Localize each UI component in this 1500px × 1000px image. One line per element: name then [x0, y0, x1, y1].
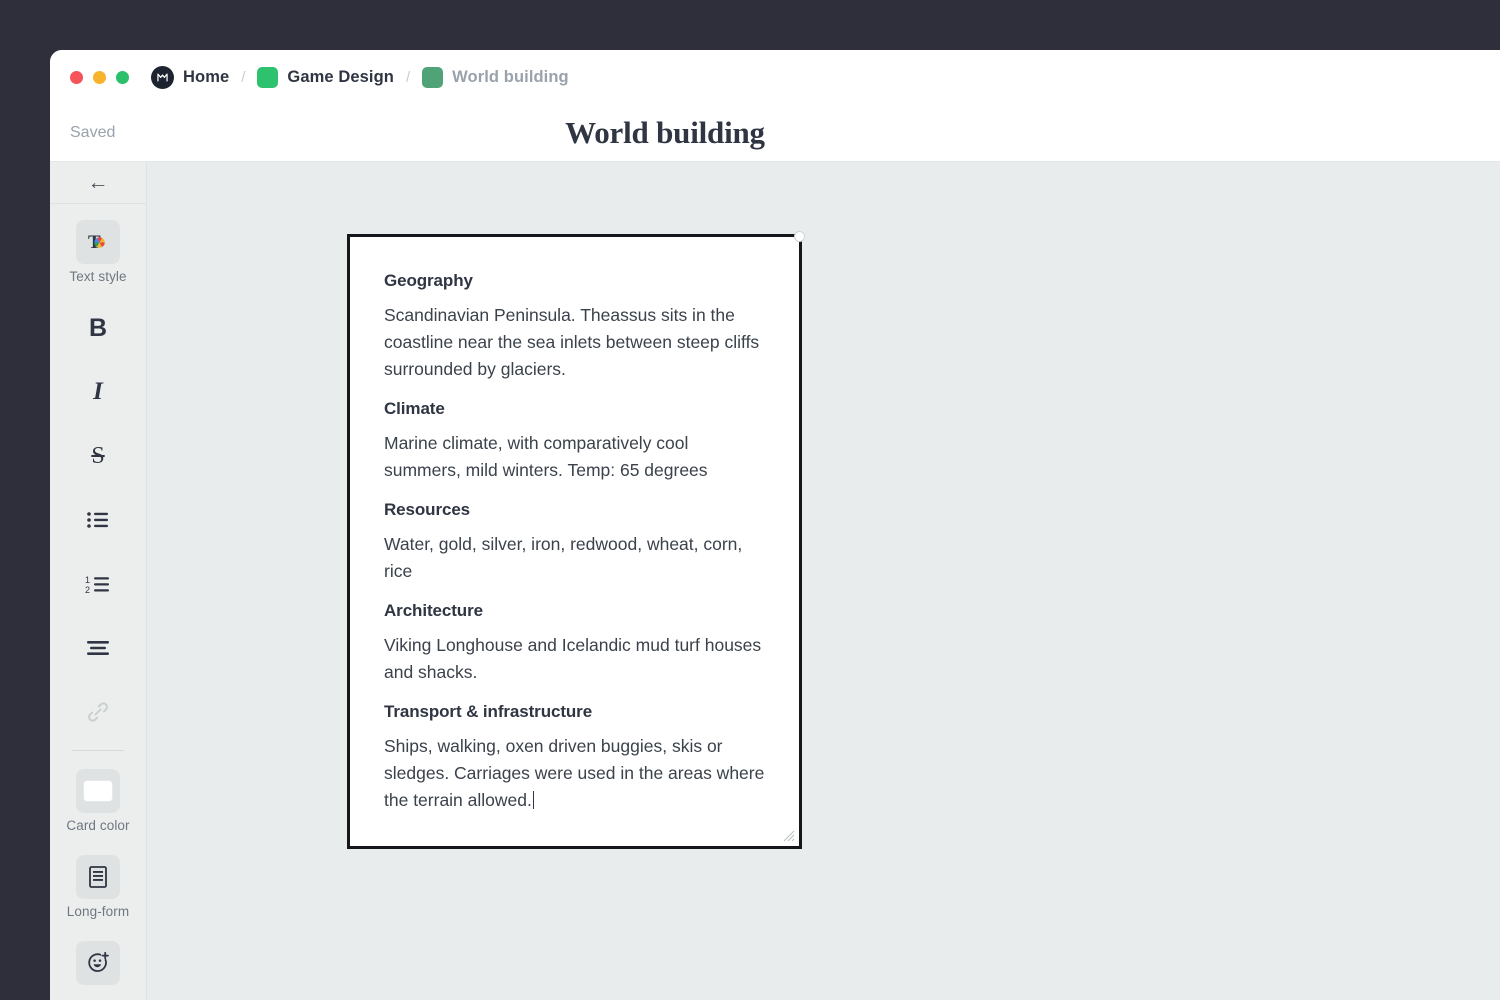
- long-form-icon: [76, 855, 120, 899]
- breadcrumb: Home / Game Design / World building: [151, 66, 569, 89]
- svg-text:2: 2: [85, 585, 90, 595]
- breadcrumb-item-world-building[interactable]: World building: [422, 67, 569, 88]
- minimize-window-button[interactable]: [93, 71, 106, 84]
- text-style-icon: T: [76, 220, 120, 264]
- note-card[interactable]: Geography Scandinavian Peninsula. Theass…: [347, 234, 802, 849]
- app-window: Home / Game Design / World building Save…: [50, 50, 1500, 1000]
- card-heading: Transport & infrastructure: [384, 702, 765, 722]
- breadcrumb-label-world-building: World building: [452, 68, 569, 87]
- strikethrough-glyph: S: [91, 443, 104, 470]
- board-canvas[interactable]: Geography Scandinavian Peninsula. Theass…: [147, 162, 1500, 1000]
- numbered-list-icon: 1 2: [76, 562, 120, 606]
- header-bar: Saved World building: [50, 104, 1500, 162]
- text-cursor: [533, 791, 535, 809]
- window-controls: [70, 71, 129, 84]
- milanote-logo-icon: [151, 66, 174, 89]
- tool-align[interactable]: [76, 626, 120, 670]
- tool-link[interactable]: [76, 690, 120, 734]
- svg-text:1: 1: [85, 575, 90, 585]
- bulleted-list-icon: [76, 498, 120, 542]
- tool-long-form[interactable]: Long-form: [67, 855, 129, 919]
- sidebar-divider: [72, 750, 124, 751]
- maximize-window-button[interactable]: [116, 71, 129, 84]
- breadcrumb-label-game-design: Game Design: [287, 68, 394, 87]
- card-heading: Geography: [384, 271, 765, 291]
- formatting-sidebar: ← T Text: [50, 162, 147, 1000]
- arrow-left-icon: ←: [88, 171, 109, 195]
- board-square-icon: [422, 67, 443, 88]
- breadcrumb-item-home[interactable]: Home: [151, 66, 229, 89]
- bold-icon: B: [76, 306, 120, 350]
- color-swatch-icon: [76, 769, 120, 813]
- title-bar: Home / Game Design / World building: [50, 50, 1500, 104]
- tool-italic[interactable]: I: [76, 370, 120, 414]
- card-paragraph[interactable]: Viking Longhouse and Icelandic mud turf …: [384, 632, 765, 686]
- italic-icon: I: [76, 370, 120, 414]
- tool-numbered-list[interactable]: 1 2: [76, 562, 120, 606]
- strikethrough-icon: S: [76, 434, 120, 478]
- card-resize-grip-icon[interactable]: [783, 830, 795, 842]
- emoji-plus-icon: [76, 941, 120, 985]
- card-heading: Resources: [384, 500, 765, 520]
- tool-bold[interactable]: B: [76, 306, 120, 350]
- card-heading: Climate: [384, 399, 765, 419]
- body: ← T Text: [50, 162, 1500, 1000]
- breadcrumb-separator: /: [406, 69, 410, 86]
- bold-glyph: B: [89, 314, 107, 343]
- tool-strikethrough[interactable]: S: [76, 434, 120, 478]
- tool-text-style[interactable]: T Text style: [69, 220, 126, 284]
- tool-card-color[interactable]: Card color: [66, 769, 129, 833]
- breadcrumb-separator: /: [241, 69, 245, 86]
- card-resize-handle-top-right[interactable]: [794, 231, 805, 242]
- tool-add-reaction[interactable]: [76, 941, 120, 985]
- tool-label-long-form: Long-form: [67, 904, 129, 919]
- breadcrumb-label-home: Home: [183, 68, 229, 87]
- breadcrumb-item-game-design[interactable]: Game Design: [257, 67, 394, 88]
- sidebar-back-button[interactable]: ←: [50, 162, 146, 204]
- link-icon: [76, 690, 120, 734]
- italic-glyph: I: [93, 378, 103, 406]
- card-paragraph[interactable]: Water, gold, silver, iron, redwood, whea…: [384, 531, 765, 585]
- tool-label-card-color: Card color: [66, 818, 129, 833]
- close-window-button[interactable]: [70, 71, 83, 84]
- card-paragraph-text: Ships, walking, oxen driven buggies, ski…: [384, 736, 764, 810]
- board-square-icon: [257, 67, 278, 88]
- card-paragraph-last[interactable]: Ships, walking, oxen driven buggies, ski…: [384, 733, 765, 814]
- card-paragraph[interactable]: Scandinavian Peninsula. Theassus sits in…: [384, 302, 765, 383]
- tool-bulleted-list[interactable]: [76, 498, 120, 542]
- card-paragraph[interactable]: Marine climate, with comparatively cool …: [384, 430, 765, 484]
- card-heading: Architecture: [384, 601, 765, 621]
- align-icon: [76, 626, 120, 670]
- page-title: World building: [50, 115, 1390, 151]
- tool-label-text-style: Text style: [69, 269, 126, 284]
